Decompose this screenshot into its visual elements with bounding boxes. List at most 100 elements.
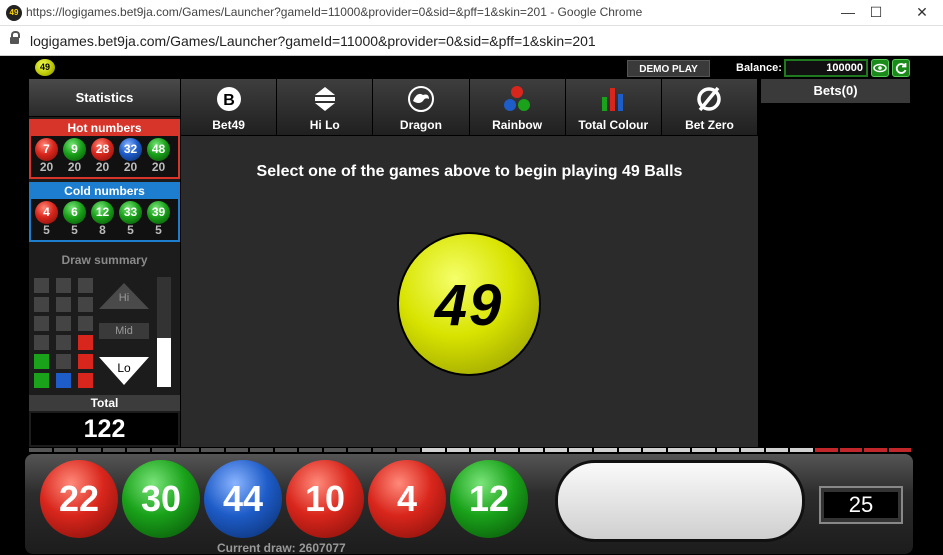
main-stage: Select one of the games above to begin p… [181,136,758,447]
tab-label: Dragon [399,118,442,132]
progress-segment [520,448,543,452]
total-label: Total [29,395,180,411]
progress-segment [446,448,470,452]
hot-ball: 48 [147,138,170,161]
summary-cell [34,335,49,350]
balance-value: 100000 [784,59,868,77]
hi-lo-arrows-icon [314,87,335,111]
tab-bet-zero[interactable]: Bet Zero [661,79,759,135]
summary-cell [78,297,93,312]
hot-count: 20 [151,160,166,174]
select-game-prompt: Select one of the games above to begin p… [256,163,683,180]
progress-segment [102,448,126,452]
progress-segment [692,448,715,452]
summary-cell [78,278,93,293]
cold-count: 8 [99,223,106,237]
hot-item: 7 20 [34,138,59,174]
hi-lo-meter-fill [157,337,171,387]
progress-segment [299,448,322,452]
hot-ball: 32 [119,138,142,161]
tab-dragon[interactable]: Dragon [373,79,470,135]
cold-ball: 4 [35,201,58,224]
logo-ball-number: 49 [434,273,504,338]
progress-segment [372,448,396,452]
favicon-icon: 49 [6,5,22,21]
hot-numbers-list: 7 20 9 20 28 20 32 20 48 20 [34,138,171,174]
cold-ball: 12 [91,201,114,224]
progress-segment [397,448,420,452]
hi-lo-meter [157,277,171,387]
bets-header: Bets(0) [761,79,910,103]
progress-segment [78,448,101,452]
summary-cell [56,373,71,388]
cold-ball: 39 [147,201,170,224]
game-area: 49 DEMO PLAY Balance: 100000 Statistics … [0,57,943,555]
tab-bet49[interactable]: B Bet49 [181,79,278,135]
tab-hi-lo[interactable]: Hi Lo [277,79,374,135]
progress-segment [667,448,691,452]
progress-segment [200,448,224,452]
b-circle-icon: B [216,87,241,111]
draw-progress-strip [29,448,912,452]
hot-ball: 9 [63,138,86,161]
progress-segment [741,448,764,452]
eye-icon[interactable] [871,59,889,77]
logo-ball-49: 49 [399,234,539,374]
hot-item: 9 20 [62,138,87,174]
hot-count: 20 [39,160,54,174]
refresh-icon[interactable] [892,59,910,77]
tab-rainbow[interactable]: Rainbow [469,79,566,135]
maximize-icon[interactable]: ☐ [866,3,886,21]
minimize-icon[interactable]: — [838,3,858,21]
hot-count: 20 [123,160,138,174]
statistics-tab[interactable]: Statistics [29,79,180,117]
summary-cell [78,373,93,388]
close-icon[interactable]: ✕ [912,3,932,21]
progress-segment [348,448,371,452]
progress-segment [569,448,592,452]
drawn-ball: 10 [286,460,364,538]
progress-segment [815,448,838,452]
progress-segment [544,448,568,452]
statistics-panel: Statistics Hot numbers 7 20 9 20 28 20 32 20 48 2… [29,79,180,447]
cold-ball: 33 [119,201,142,224]
summary-cell [56,316,71,331]
progress-segment [323,448,347,452]
progress-segment [471,448,494,452]
cold-count: 5 [127,223,134,237]
hot-ball: 28 [91,138,114,161]
game-tabs: B Bet49 Hi Lo Dragon Rainbow Total Colou… [181,79,759,135]
hot-item: 28 20 [90,138,115,174]
demo-play-button[interactable]: DEMO PLAY [627,60,710,77]
hot-numbers-title: Hot numbers [31,121,178,136]
tab-label: Total Colour [578,118,649,132]
progress-segment [53,448,77,452]
progress-segment [643,448,666,452]
progress-segment [618,448,642,452]
drawn-ball: 44 [204,460,282,538]
cold-numbers-list: 4 5 6 5 12 8 33 5 39 5 [34,201,171,237]
address-bar[interactable]: logigames.bet9ja.com/Games/Launcher?game… [0,26,943,56]
progress-segment [765,448,789,452]
draw-tray: 22 30 44 10 4 12 25 [25,454,913,554]
tab-label: Bet49 [212,118,245,132]
draw-counter-value: 25 [824,492,898,518]
progress-segment [790,448,813,452]
logo-49: 49 [35,59,55,76]
progress-segment [127,448,150,452]
summary-cell [34,316,49,331]
tab-total-colour[interactable]: Total Colour [565,79,662,135]
address-text[interactable]: logigames.bet9ja.com/Games/Launcher?game… [30,33,596,49]
drawn-balls: 22 30 44 10 4 12 [40,460,528,538]
cold-count: 5 [71,223,78,237]
cold-item: 33 5 [118,201,143,237]
balance-label: Balance: [736,62,782,74]
cold-numbers-box: Cold numbers 4 5 6 5 12 8 33 5 39 5 [29,182,180,242]
browser-title-bar: 49 https://logigames.bet9ja.com/Games/La… [0,0,943,26]
summary-cell [56,354,71,369]
cold-item: 45 [34,201,59,237]
progress-segment [176,448,199,452]
drawn-ball: 22 [40,460,118,538]
bar-chart-icon [602,88,624,111]
summary-cell [56,335,71,350]
